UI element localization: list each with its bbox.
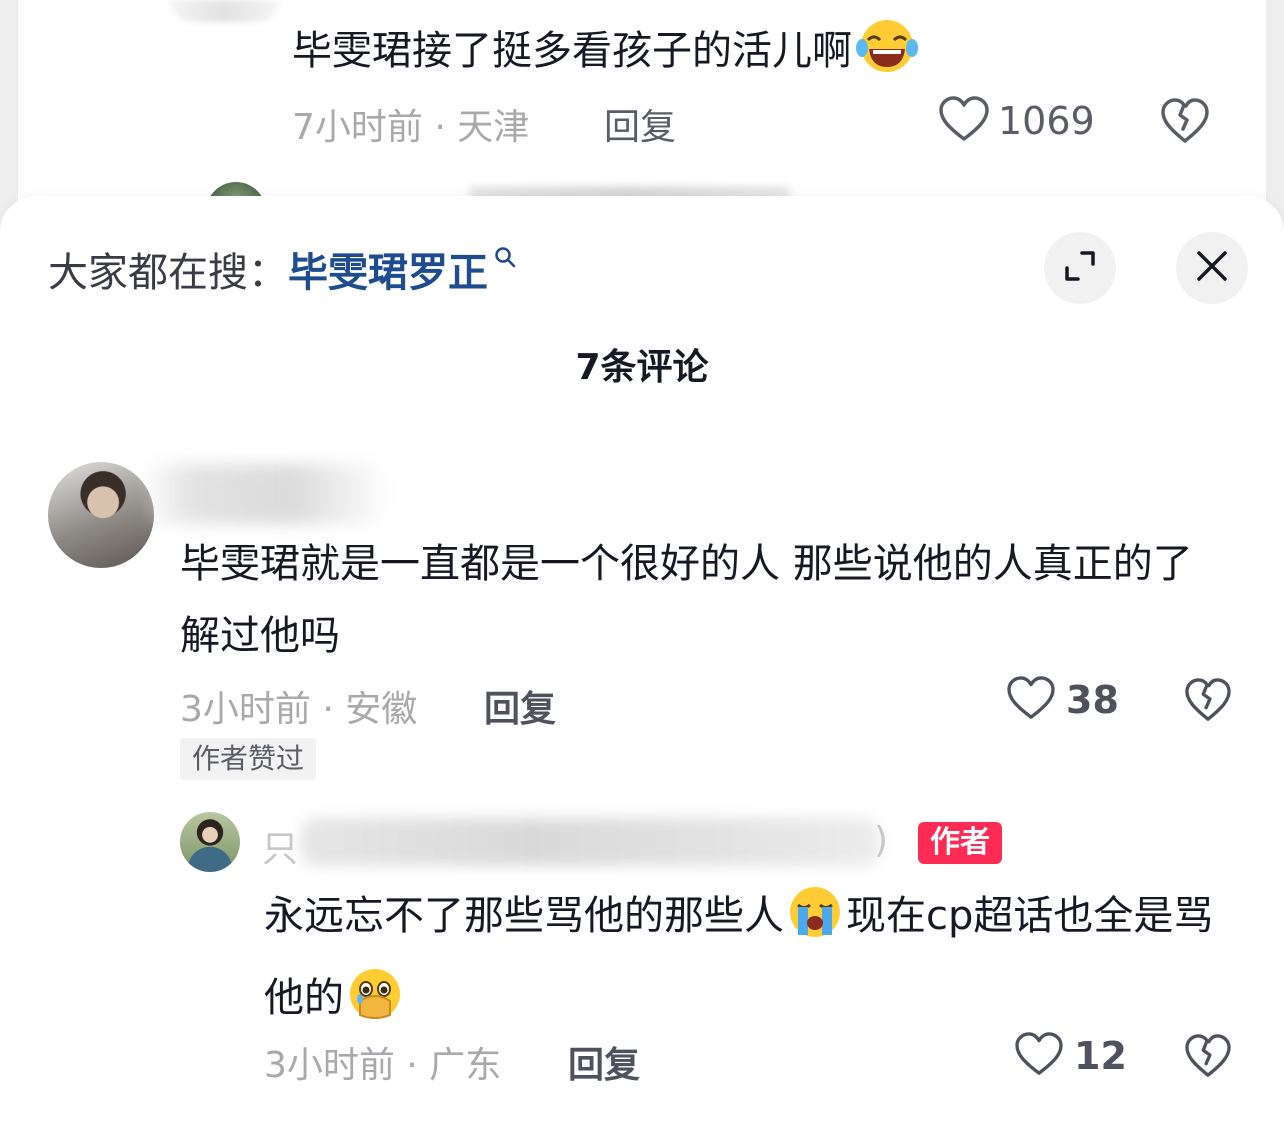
expand-icon (1062, 248, 1098, 288)
background-avatar-blur (170, 0, 280, 22)
blurred-username (140, 464, 390, 524)
close-icon (1195, 249, 1229, 287)
author-liked-badge: 作者赞过 (180, 738, 317, 780)
reply-button[interactable]: 回复 (484, 680, 556, 732)
background-reply-button[interactable]: 回复 (604, 98, 676, 150)
reply-username-tail: ) (874, 820, 889, 861)
reply-like-button[interactable]: 12 (1014, 1032, 1127, 1080)
reply-avatar[interactable] (180, 812, 240, 872)
expand-button[interactable] (1044, 232, 1116, 304)
reply-meta: 3小时前 · 广东 (264, 1045, 502, 1086)
comment-text: 毕雯珺就是一直都是一个很好的人 那些说他的人真正的了解过他吗 (180, 541, 1193, 659)
reply-dislike-button[interactable] (1184, 1034, 1232, 1082)
broken-heart-icon (1160, 98, 1210, 148)
search-icon (494, 246, 516, 272)
broken-heart-icon (1184, 1034, 1232, 1082)
broken-heart-icon (1184, 678, 1232, 726)
comment-meta: 3小时前 · 安徽 (180, 689, 418, 730)
heart-icon (1014, 1032, 1064, 1080)
crying-emoji (786, 885, 844, 962)
avatar[interactable] (48, 462, 154, 568)
search-term-link[interactable]: 毕雯珺罗正 (288, 240, 488, 298)
reply-reply-button[interactable]: 回复 (568, 1036, 640, 1088)
dislike-button[interactable] (1184, 678, 1232, 726)
comments-sheet: 大家都在搜： 毕雯珺罗正 7条评论 毕雯珺就是一直都是一个很好的人 那些说他的人… (0, 196, 1284, 1146)
close-button[interactable] (1176, 232, 1248, 304)
background-like-button[interactable]: 1069 (938, 96, 1095, 146)
comment-count-title: 7条评论 (575, 347, 709, 388)
author-badge: 作者 (918, 822, 1002, 864)
heart-icon (938, 96, 990, 146)
background-dislike-button[interactable] (1160, 98, 1210, 148)
blurred-reply-username (300, 818, 880, 866)
laughing-tears-emoji (854, 18, 920, 89)
holding-back-tears-emoji (346, 967, 404, 1044)
background-comment-text: 毕雯珺接了挺多看孩子的活儿啊 (292, 18, 922, 89)
background-like-count: 1069 (998, 99, 1095, 143)
background-comment-meta: 7小时前 · 天津 (292, 107, 530, 148)
reply-text: 永远忘不了那些骂他的那些人 现在cp超话也全是骂他的 (264, 880, 1244, 1044)
reply-username-first-char[interactable]: 只 (262, 820, 298, 872)
like-count: 38 (1066, 678, 1119, 722)
search-prefix: 大家都在搜： (48, 250, 288, 296)
reply-like-count: 12 (1074, 1034, 1127, 1078)
heart-icon (1006, 676, 1056, 724)
search-suggestion[interactable]: 大家都在搜： 毕雯珺罗正 (48, 240, 516, 298)
like-button[interactable]: 38 (1006, 676, 1119, 724)
